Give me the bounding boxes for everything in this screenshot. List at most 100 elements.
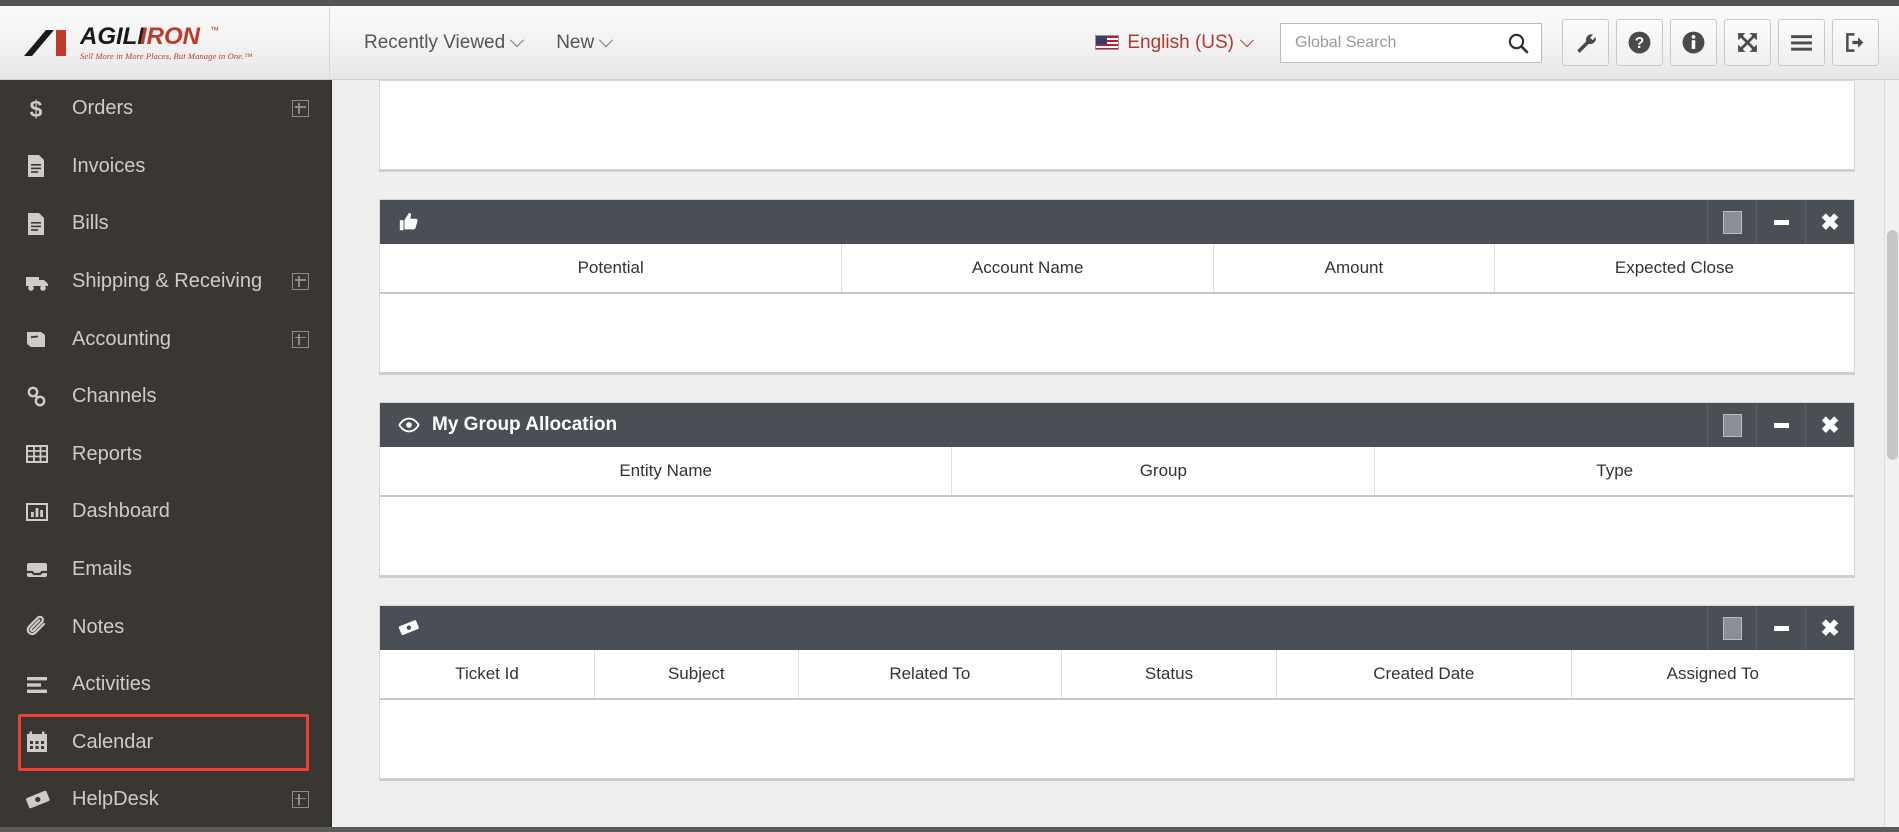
column-header[interactable]: Amount	[1213, 244, 1495, 294]
search-icon[interactable]	[1507, 32, 1529, 54]
panel-my-group-allocation: My Group Allocation ✖ Entity Name Group …	[379, 402, 1855, 578]
column-header[interactable]: Group	[951, 447, 1376, 497]
sidebar-item-orders[interactable]: $ Orders	[0, 80, 331, 138]
panel-maximize-button[interactable]	[1707, 200, 1756, 244]
ledger-book-icon	[25, 328, 57, 350]
column-header[interactable]: Created Date	[1276, 650, 1572, 700]
sidebar-item-label: Calendar	[72, 730, 154, 753]
question-circle-icon[interactable]: ?	[1616, 19, 1663, 66]
column-header[interactable]: Status	[1061, 650, 1277, 700]
svg-text:AGILI: AGILI	[80, 24, 145, 50]
column-header[interactable]: Related To	[798, 650, 1062, 700]
nav-new[interactable]: New	[556, 32, 614, 54]
panel-minimize-button[interactable]	[1756, 200, 1805, 244]
logo-wordmark: AGILI IRON ™	[80, 24, 219, 50]
svg-text:IRON: IRON	[140, 24, 201, 50]
sidebar-item-label: Channels	[72, 385, 157, 408]
panel-close-button[interactable]: ✖	[1805, 200, 1854, 244]
nav-recently-viewed[interactable]: Recently Viewed	[364, 31, 525, 54]
sidebar-item-activities[interactable]: Activities	[0, 656, 331, 714]
panel-header: My Group Allocation ✖	[380, 403, 1854, 447]
panel-close-button[interactable]: ✖	[1805, 606, 1854, 650]
nav-recently-viewed-label: Recently Viewed	[364, 31, 506, 53]
sidebar-item-reports[interactable]: Reports	[0, 426, 331, 484]
sidebar-item-calendar[interactable]: Calendar	[18, 713, 309, 772]
column-header[interactable]: Ticket Id	[380, 650, 595, 700]
chevron-down-icon	[510, 32, 525, 47]
sidebar-item-shipping-receiving[interactable]: Shipping & Receiving	[0, 253, 331, 311]
sidebar-item-channels[interactable]: Channels	[0, 368, 331, 426]
ticket-icon	[398, 618, 422, 638]
sidebar-item-notes[interactable]: Notes	[0, 598, 331, 656]
expand-plus-icon[interactable]	[292, 791, 309, 809]
table-grid-icon	[25, 443, 57, 465]
inbox-tray-icon	[25, 559, 57, 581]
column-header[interactable]: Assigned To	[1571, 650, 1854, 700]
sidebar-item-helpdesk[interactable]: HelpDesk	[0, 771, 331, 829]
sidebar-item-accounting[interactable]: Accounting	[0, 310, 331, 368]
column-header[interactable]: Subject	[594, 650, 799, 700]
expand-plus-icon[interactable]	[292, 273, 309, 291]
svg-text:$: $	[30, 97, 43, 121]
panel-minimize-button[interactable]	[1756, 606, 1805, 650]
ticket-icon	[25, 789, 57, 811]
logout-icon[interactable]	[1832, 19, 1879, 66]
tickets-table: Ticket Id Subject Related To Status Crea…	[380, 650, 1854, 700]
hamburger-menu-icon[interactable]	[1778, 19, 1825, 66]
wrench-icon[interactable]	[1562, 19, 1609, 66]
list-lines-icon	[25, 675, 57, 695]
panel-gap	[333, 172, 1899, 199]
panel-body-empty	[380, 497, 1854, 575]
bar-chart-icon	[25, 501, 57, 523]
content-scrollbar[interactable]	[1884, 80, 1899, 832]
window-bottom-edge	[0, 827, 1899, 832]
link-chain-icon	[25, 385, 57, 409]
expand-plus-icon[interactable]	[292, 330, 309, 348]
sidebar-item-bills[interactable]: Bills	[0, 195, 331, 253]
panel-minimize-button[interactable]	[1756, 403, 1805, 447]
panel-gap	[333, 375, 1899, 402]
sidebar-item-label: HelpDesk	[72, 788, 159, 811]
info-circle-icon[interactable]	[1670, 19, 1717, 66]
svg-text:?: ?	[1635, 35, 1645, 52]
global-search-box[interactable]	[1280, 22, 1542, 63]
sidebar-item-label: Invoices	[72, 154, 146, 177]
expand-plus-icon[interactable]	[292, 100, 309, 118]
panel-tickets: ✖ Ticket Id Subject Related To Status Cr…	[379, 605, 1855, 781]
panel-top-partial	[379, 80, 1855, 172]
agiliron-logo[interactable]: AGILI IRON ™ Sell More in More Places, B…	[0, 6, 330, 79]
sidebar-item-label: Emails	[72, 558, 133, 581]
language-selector[interactable]: English (US)	[1095, 31, 1255, 54]
column-header[interactable]: Account Name	[841, 244, 1214, 294]
document-lines-icon	[25, 154, 57, 178]
expand-arrows-icon[interactable]	[1724, 19, 1771, 66]
panel-window-controls: ✖	[1707, 606, 1854, 650]
panel-window-controls: ✖	[1707, 403, 1854, 447]
column-header[interactable]: Potential	[380, 244, 843, 294]
column-header[interactable]: Entity Name	[380, 447, 953, 497]
panel-maximize-button[interactable]	[1707, 606, 1756, 650]
column-header[interactable]: Expected Close	[1494, 244, 1854, 294]
search-input[interactable]	[1293, 32, 1507, 53]
sidebar-item-label: Orders	[72, 97, 134, 120]
language-label: English (US)	[1127, 31, 1234, 53]
sidebar-item-label: Notes	[72, 615, 125, 638]
panel-close-button[interactable]: ✖	[1805, 403, 1854, 447]
panel-body-empty	[380, 81, 1854, 169]
panel-body-empty	[380, 700, 1854, 778]
sidebar-item-label: Bills	[72, 212, 109, 235]
sidebar-item-emails[interactable]: Emails	[0, 541, 331, 599]
calendar-icon	[25, 730, 57, 754]
sidebar-item-dashboard[interactable]: Dashboard	[0, 483, 331, 541]
eye-icon	[398, 417, 422, 433]
dollar-icon: $	[25, 97, 57, 121]
panel-maximize-button[interactable]	[1707, 403, 1756, 447]
panel-potentials: ✖ Potential Account Name Amount Expected…	[379, 199, 1855, 375]
truck-icon	[25, 271, 57, 293]
scrollbar-thumb[interactable]	[1887, 230, 1898, 460]
close-icon: ✖	[1820, 208, 1840, 235]
sidebar-item-invoices[interactable]: Invoices	[0, 138, 331, 196]
sidebar-item-label: Activities	[72, 673, 151, 696]
top-header-bar: AGILI IRON ™ Sell More in More Places, B…	[0, 6, 1899, 80]
column-header[interactable]: Type	[1374, 447, 1854, 497]
